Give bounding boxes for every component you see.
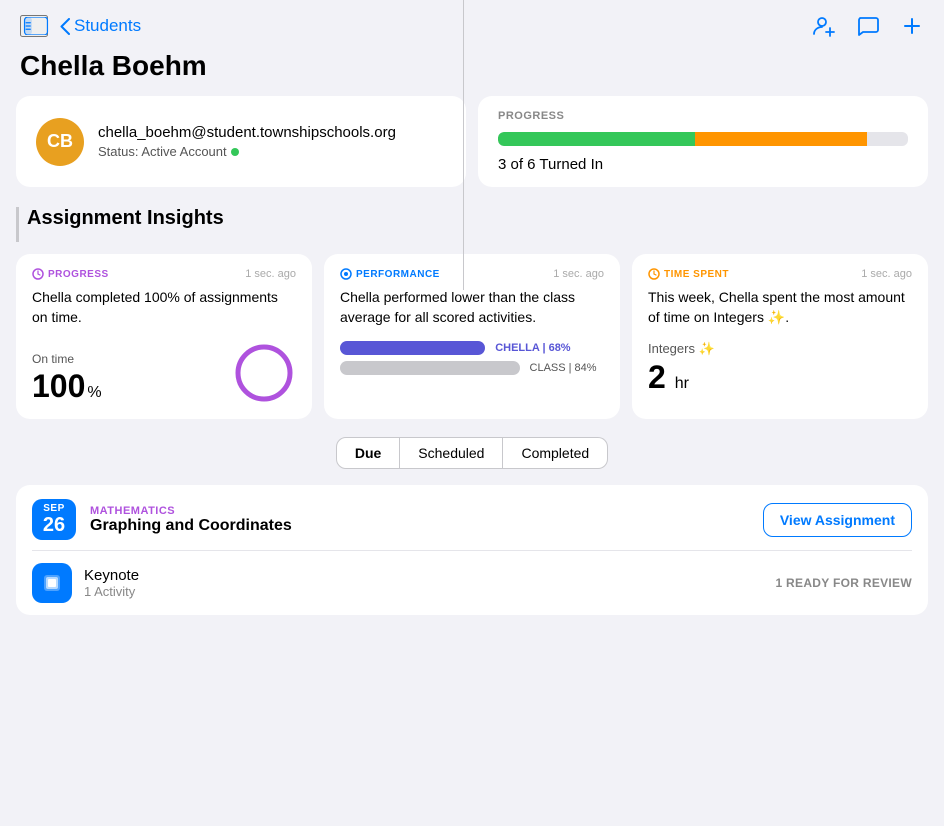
insight-time-time: 1 sec. ago [861,268,912,280]
insight-card-progress: PROGRESS 1 sec. ago Chella completed 100… [16,254,312,419]
sidebar-toggle-button[interactable] [20,15,48,37]
progress-card: PROGRESS 3 of 6 Turned In [478,96,928,187]
insight-badge-performance: PERFORMANCE [340,268,440,280]
insight-time-progress: 1 sec. ago [245,268,296,280]
assignment-title: Graphing and Coordinates [90,517,763,535]
top-bar: Students [0,0,944,46]
class-bar-row: CLASS | 84% [340,361,604,375]
insights-section-title: Assignment Insights [16,207,928,242]
insight-card-performance: PERFORMANCE 1 sec. ago Chella performed … [324,254,620,419]
back-button[interactable]: Students [60,16,141,36]
chella-bar [340,341,485,355]
insight-desc-progress: Chella completed 100% of assignments on … [32,288,296,327]
student-info-card: CB chella_boehm@student.townshipschools.… [16,96,466,187]
class-label: CLASS | 84% [530,362,597,374]
progress-bar-container [498,132,908,146]
assignment-subject: MATHEMATICS [90,505,763,517]
page-title: Chella Boehm [0,46,944,96]
student-details: chella_boehm@student.townshipschools.org… [98,124,396,159]
assignment-date: SEP 26 [32,499,76,540]
assignment-activity: Keynote 1 Activity 1 READY FOR REVIEW [16,551,928,615]
student-status: Status: Active Account [98,144,396,159]
progress-summary: 3 of 6 Turned In [498,156,908,173]
insight-header-progress: PROGRESS 1 sec. ago [32,268,296,280]
top-bar-right [812,14,924,38]
message-button[interactable] [856,14,880,38]
back-label: Students [74,16,141,36]
chella-label: CHELLA | 68% [495,342,570,354]
student-email: chella_boehm@student.townshipschools.org [98,124,396,141]
progress-circle-icon [232,341,296,405]
filter-tab-completed[interactable]: Completed [503,437,608,469]
add-button[interactable] [900,14,924,38]
top-bar-left: Students [20,15,141,37]
insight-header-performance: PERFORMANCE 1 sec. ago [340,268,604,280]
insight-metric-label-progress: On time [32,352,102,366]
insight-metric-value-progress: 100% [32,368,102,405]
class-bar [340,361,520,375]
activity-name: Keynote [84,567,775,584]
top-cards: CB chella_boehm@student.townshipschools.… [16,96,928,187]
add-student-button[interactable] [812,14,836,38]
progress-bar-green [498,132,695,146]
insight-time-performance: 1 sec. ago [553,268,604,280]
filter-tab-due[interactable]: Due [336,437,400,469]
activity-info: Keynote 1 Activity [84,567,775,599]
insight-header-time: TIME SPENT 1 sec. ago [648,268,912,280]
view-assignment-button[interactable]: View Assignment [763,503,912,537]
insight-badge-progress: PROGRESS [32,268,109,280]
performance-bars: CHELLA | 68% CLASS | 84% [340,341,604,375]
insight-card-time: TIME SPENT 1 sec. ago This week, Chella … [632,254,928,419]
insight-desc-performance: Chella performed lower than the class av… [340,288,604,327]
progress-label: PROGRESS [498,110,908,122]
time-topic: Integers ✨ [648,341,912,357]
chella-bar-row: CHELLA | 68% [340,341,604,355]
activity-count: 1 Activity [84,584,775,599]
assignment-date-day: 26 [43,514,65,536]
assignment-date-month: SEP [43,503,65,514]
assignment-section: SEP 26 MATHEMATICS Graphing and Coordina… [16,485,928,615]
filter-tabs: Due Scheduled Completed [16,437,928,469]
keynote-icon [32,563,72,603]
filter-tab-scheduled[interactable]: Scheduled [400,437,503,469]
assignment-header: SEP 26 MATHEMATICS Graphing and Coordina… [16,485,928,550]
progress-bar-orange [695,132,867,146]
assignment-info: MATHEMATICS Graphing and Coordinates [90,505,763,535]
insight-badge-time: TIME SPENT [648,268,729,280]
vertical-divider [463,0,464,290]
ready-badge: 1 READY FOR REVIEW [775,576,912,590]
insights-row: PROGRESS 1 sec. ago Chella completed 100… [16,254,928,419]
avatar: CB [36,118,84,166]
status-dot [231,148,239,156]
status-text: Status: Active Account [98,144,227,159]
time-value: 2 hr [648,359,912,396]
insight-desc-time: This week, Chella spent the most amount … [648,288,912,327]
